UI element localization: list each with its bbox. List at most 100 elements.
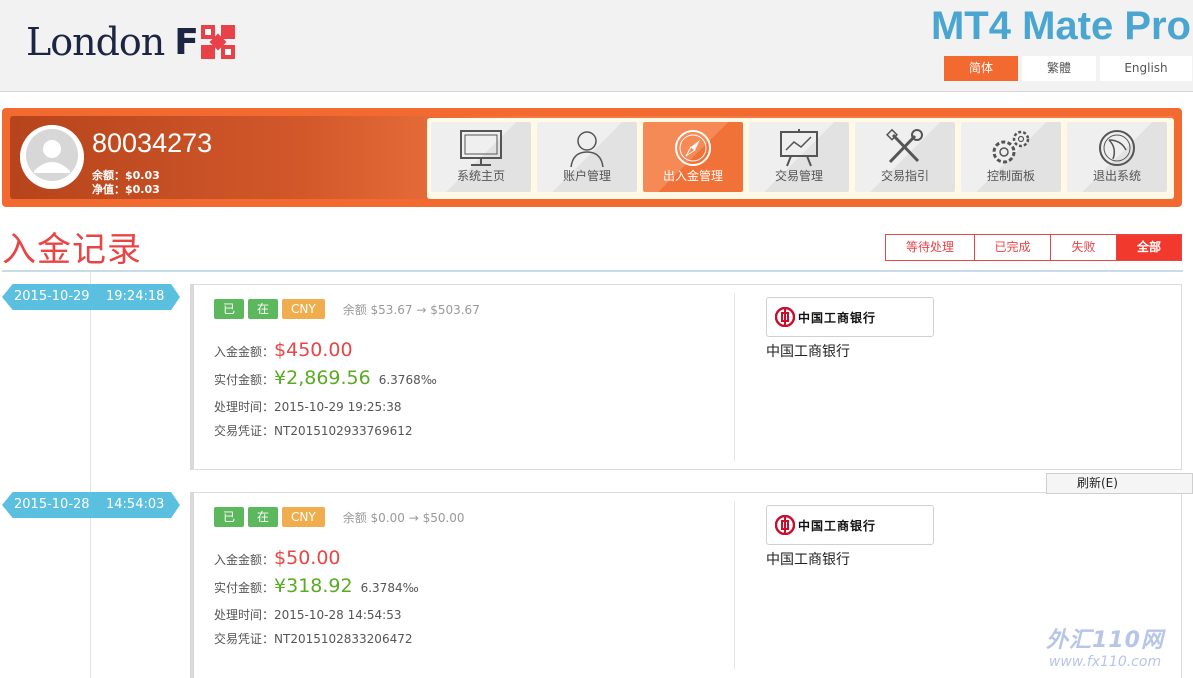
bank-name: 中国工商银行 xyxy=(766,344,850,360)
nav-label: 控制面板 xyxy=(986,169,1035,183)
voucher-label: 交易凭证： xyxy=(214,632,275,646)
currency-badge: CNY xyxy=(282,299,325,319)
processed-time-row: 处理时间：2015-10-28 14:54:53 xyxy=(214,606,401,623)
nav-label: 退出系统 xyxy=(1092,169,1141,183)
account-number: 80034273 xyxy=(92,128,213,158)
voucher-row: 交易凭证：NT2015102833206472 xyxy=(214,630,412,647)
user-icon xyxy=(570,131,604,168)
nav-label: 出入金管理 xyxy=(662,169,723,183)
icbc-logo-icon xyxy=(775,515,795,535)
record-badges: 已完成 在线支付 CNY 余额 $0.00 → $50.00 xyxy=(214,507,465,584)
processed-time: 2015-10-29 19:25:38 xyxy=(274,400,402,414)
processed-label: 处理时间： xyxy=(214,608,275,622)
gears-icon xyxy=(992,130,1030,164)
nav-account-management[interactable]: 账户管理 xyxy=(537,122,637,192)
processed-time-row: 处理时间：2015-10-29 19:25:38 xyxy=(214,398,401,415)
avatar[interactable] xyxy=(20,125,84,189)
logo-x-icon xyxy=(200,25,235,59)
language-switcher: 简体 繁體 English xyxy=(944,56,1192,81)
equity-value: $0.03 xyxy=(125,183,160,196)
balance-change: 余额 $0.00 → $50.00 xyxy=(342,510,465,525)
app-title: MT4 Mate Pro xyxy=(930,4,1191,48)
filter-completed[interactable]: 已完成 xyxy=(975,235,1051,260)
voucher-number: NT2015102833206472 xyxy=(274,632,413,646)
main-nav: 系统主页 账户管理 出入金管理 交易管理 交易指引 控制面板 退出系统 xyxy=(427,118,1174,199)
filter-pending[interactable]: 等待处理 xyxy=(886,235,975,260)
status-filter: 等待处理 已完成 失败 全部 xyxy=(885,234,1182,261)
page-title: 入金记录 xyxy=(2,230,142,270)
record-date: 2015-10-29 xyxy=(14,289,90,304)
processed-label: 处理时间： xyxy=(214,400,275,414)
nav-logout[interactable]: 退出系统 xyxy=(1067,122,1167,192)
watermark-url: www.fx110.com xyxy=(1048,654,1162,670)
nav-system-home[interactable]: 系统主页 xyxy=(431,122,531,192)
avatar-person-icon xyxy=(20,125,84,189)
record-badges: 已完成 在线支付 CNY 余额 $53.67 → $503.67 xyxy=(214,299,480,376)
deposit-amount-row: 入金金额：$450.00 xyxy=(214,339,353,361)
nav-deposit-withdrawal[interactable]: 出入金管理 xyxy=(643,122,743,192)
account-bar: 80034273 余额：$0.03 净值：$0.03 系统主页 账户管理 出入金… xyxy=(2,108,1182,207)
status-badge: 已完成 xyxy=(214,299,245,356)
nav-control-panel[interactable]: 控制面板 xyxy=(961,122,1061,192)
timeline-line xyxy=(90,272,91,678)
record-time: 19:24:18 xyxy=(106,289,165,304)
currency-badge: CNY xyxy=(282,507,325,527)
watermark: 外汇110网 www.fx110.com xyxy=(1030,622,1180,670)
logo-mark: F xyxy=(174,21,199,63)
nav-label: 账户管理 xyxy=(562,169,611,183)
logo-text: London xyxy=(26,20,165,64)
equity-line: 净值：$0.03 xyxy=(92,181,160,197)
record-date: 2015-10-28 xyxy=(14,497,90,512)
context-menu-refresh[interactable]: 刷新(E) xyxy=(1046,473,1193,494)
deposit-amount: $50.00 xyxy=(274,547,341,569)
record-time: 14:54:03 xyxy=(106,497,165,512)
paid-amount: ¥318.92 xyxy=(274,575,353,597)
deposit-label: 入金金额： xyxy=(214,553,275,567)
record-divider xyxy=(734,293,735,461)
record-divider xyxy=(734,501,735,669)
paid-label: 实付金额： xyxy=(214,581,275,595)
bank-name: 中国工商银行 xyxy=(766,552,850,568)
deposit-label: 入金金额： xyxy=(214,345,275,359)
payment-method-badge: 在线支付 xyxy=(248,299,279,376)
paid-amount: ¥2,869.56 xyxy=(274,367,371,389)
filter-failed[interactable]: 失败 xyxy=(1051,235,1117,260)
compass-icon xyxy=(675,130,711,166)
equity-label: 净值： xyxy=(92,183,125,196)
filter-all[interactable]: 全部 xyxy=(1117,235,1181,260)
paid-label: 实付金额： xyxy=(214,373,275,387)
deposit-amount-row: 入金金额：$50.00 xyxy=(214,547,341,569)
lang-simplified[interactable]: 简体 xyxy=(944,56,1018,81)
lang-traditional[interactable]: 繁體 xyxy=(1022,56,1096,81)
balance-change: 余额 $53.67 → $503.67 xyxy=(342,302,480,317)
processed-time: 2015-10-28 14:54:53 xyxy=(274,608,402,622)
paid-amount-row: 实付金额：¥318.92 6.3784‰ xyxy=(214,575,419,597)
icbc-logo-icon xyxy=(775,307,795,327)
monitor-icon xyxy=(460,130,502,166)
exchange-rate: 6.3768‰ xyxy=(378,373,437,387)
paid-amount-row: 实付金额：¥2,869.56 6.3768‰ xyxy=(214,367,437,389)
bank-logo-text: 中国工商银行 xyxy=(798,310,877,325)
header: London F MT4 Mate Pro 简体 繁體 English xyxy=(0,0,1193,92)
account-panel: 80034273 余额：$0.03 净值：$0.03 系统主页 账户管理 出入金… xyxy=(10,116,1174,199)
record-date-tag: 2015-10-29 19:24:18 xyxy=(2,284,180,310)
bank-logo: 中国工商银行 xyxy=(766,505,934,545)
lang-english[interactable]: English xyxy=(1100,56,1192,81)
nav-label: 系统主页 xyxy=(456,169,505,183)
deposit-record: 已完成 在线支付 CNY 余额 $53.67 → $503.67 入金金额：$4… xyxy=(190,284,1182,470)
basketball-icon xyxy=(1099,130,1135,166)
voucher-number: NT2015102933769612 xyxy=(274,424,413,438)
deposit-amount: $450.00 xyxy=(274,339,353,361)
tools-icon xyxy=(885,128,923,164)
nav-trade-guide[interactable]: 交易指引 xyxy=(855,122,955,192)
voucher-row: 交易凭证：NT2015102933769612 xyxy=(214,422,412,439)
bank-logo-text: 中国工商银行 xyxy=(798,518,877,533)
london-fx-logo[interactable]: London F xyxy=(26,20,235,64)
nav-label: 交易管理 xyxy=(774,169,823,183)
exchange-rate: 6.3784‰ xyxy=(360,581,419,595)
page: London F MT4 Mate Pro 简体 繁體 English 8003… xyxy=(0,0,1193,678)
chart-board-icon xyxy=(780,129,818,167)
voucher-label: 交易凭证： xyxy=(214,424,275,438)
record-date-tag: 2015-10-28 14:54:03 xyxy=(2,492,180,518)
nav-trade-management[interactable]: 交易管理 xyxy=(749,122,849,192)
